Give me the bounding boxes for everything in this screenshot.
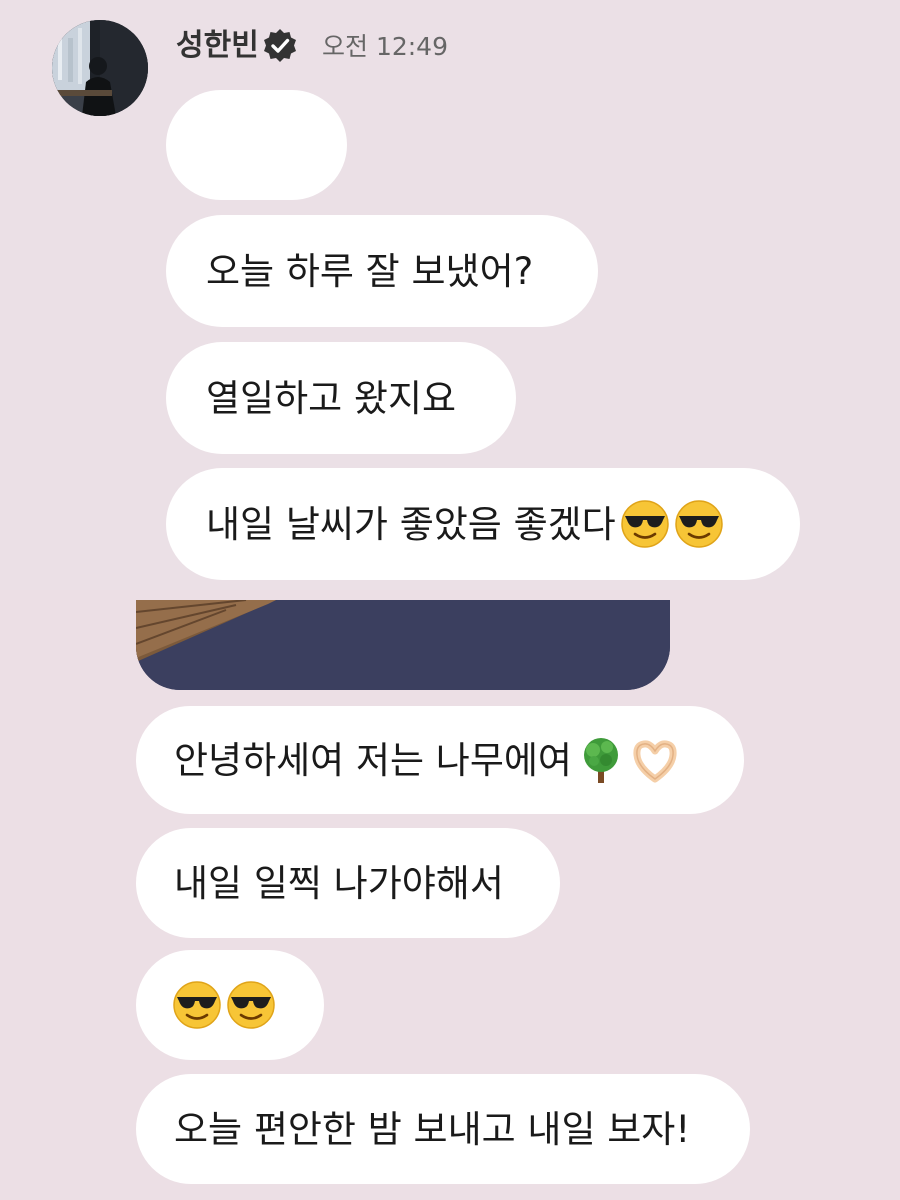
sender-name[interactable]: 성한빈 — [176, 24, 259, 68]
chat-bubble[interactable] — [166, 90, 347, 200]
avatar[interactable] — [52, 20, 148, 116]
heart-hands-icon — [630, 735, 680, 785]
avatar-photo — [52, 20, 148, 116]
chat-bubble[interactable]: 오늘 하루 잘 보냈어? — [166, 215, 598, 327]
sunglasses-face-icon — [226, 980, 276, 1030]
message-timestamp: 오전 12:49 — [322, 32, 448, 61]
chat-bubble[interactable]: 오늘 편안한 밤 보내고 내일 보자! — [136, 1074, 750, 1184]
chat-screen: 성한빈 오전 12:49 오늘 하루 잘 보냈어? 열일하고 왔지요 내일 날씨… — [0, 0, 900, 1200]
chat-bubble[interactable]: 내일 날씨가 좋았음 좋겠다 — [166, 468, 800, 580]
message-text: 안녕하세여 저는 나무에여 — [174, 738, 572, 782]
message-text: 오늘 하루 잘 보냈어? — [206, 249, 534, 293]
chat-bubble[interactable]: 안녕하세여 저는 나무에여 — [136, 706, 744, 814]
sunglasses-face-icon — [620, 499, 670, 549]
message-text: 열일하고 왔지요 — [206, 376, 457, 420]
message-text: 오늘 편안한 밤 보내고 내일 보자! — [174, 1107, 691, 1151]
verified-badge-icon — [262, 28, 298, 64]
message-text: 내일 일찍 나가야해서 — [174, 861, 504, 905]
message-text: 내일 날씨가 좋았음 좋겠다 — [206, 502, 616, 546]
sunglasses-face-icon — [172, 980, 222, 1030]
photo-message[interactable] — [136, 600, 670, 690]
photo-content — [136, 600, 670, 690]
tree-icon — [576, 735, 626, 785]
chat-bubble[interactable]: 내일 일찍 나가야해서 — [136, 828, 560, 938]
chat-bubble[interactable] — [136, 950, 324, 1060]
chat-bubble[interactable]: 열일하고 왔지요 — [166, 342, 516, 454]
sunglasses-face-icon — [674, 499, 724, 549]
